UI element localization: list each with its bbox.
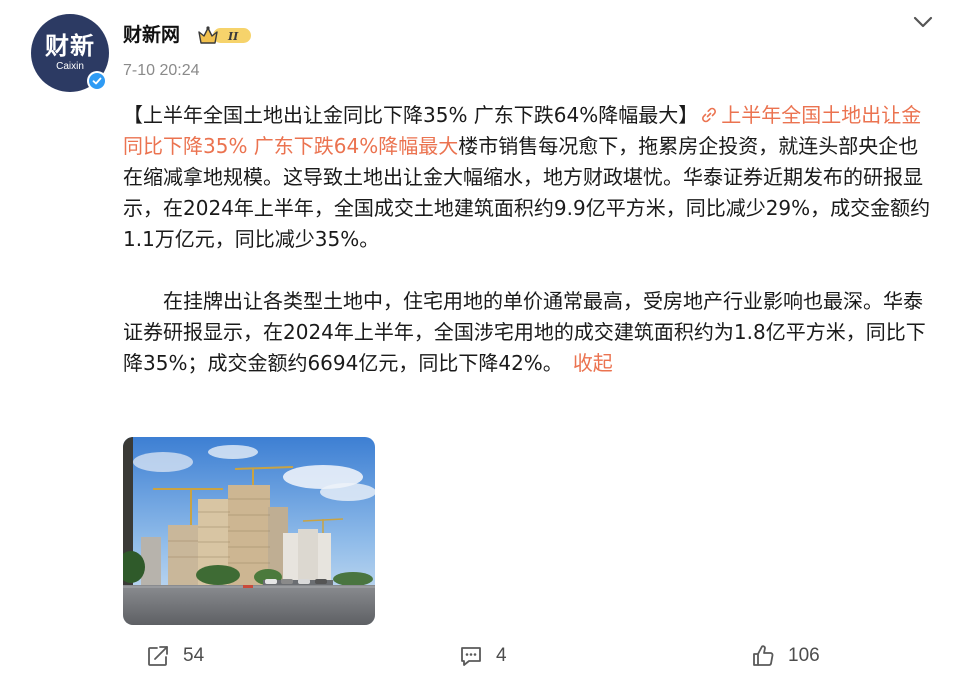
post-paragraph-2: 在挂牌出让各类型土地中，住宅用地的单价通常最高，受房地产行业影响也最深。华泰证券… <box>123 286 933 379</box>
post-photo[interactable] <box>123 437 375 625</box>
like-button[interactable]: 106 <box>750 640 820 672</box>
badge-level: II <box>227 30 239 43</box>
comment-count: 4 <box>496 645 507 666</box>
post-body-2: 在挂牌出让各类型土地中，住宅用地的单价通常最高，受房地产行业影响也最深。华泰证券… <box>123 289 926 375</box>
chevron-down-icon[interactable] <box>910 12 936 32</box>
like-icon <box>753 645 774 666</box>
repost-count: 54 <box>183 645 205 666</box>
avatar-logo-subtext: Caixin <box>56 61 84 72</box>
post-timestamp: 7-10 20:24 <box>123 62 200 79</box>
post-paragraph-1: 【上半年全国土地出让金同比下降35% 广东下跌64%降幅最大】 上半年全国土地出让… <box>123 100 933 255</box>
author-name[interactable]: 财新网 <box>123 22 180 48</box>
comment-icon <box>461 647 481 666</box>
comment-button[interactable]: 4 <box>458 640 507 672</box>
verified-icon <box>87 71 107 91</box>
like-count: 106 <box>788 645 820 666</box>
repost-button[interactable]: 54 <box>145 640 204 672</box>
collapse-button[interactable]: 收起 <box>573 351 613 375</box>
action-bar: 54 4 106 <box>0 640 968 672</box>
post-headline: 【上半年全国土地出让金同比下降35% 广东下跌64%降幅最大】 <box>123 103 699 127</box>
avatar-logo-text: 财新 <box>45 32 95 60</box>
crown-badge-icon: II <box>197 24 253 46</box>
post-content: 【上半年全国土地出让金同比下降35% 广东下跌64%降幅最大】 上半年全国土地出让… <box>123 100 933 379</box>
link-icon <box>702 107 717 123</box>
repost-icon <box>148 646 168 666</box>
